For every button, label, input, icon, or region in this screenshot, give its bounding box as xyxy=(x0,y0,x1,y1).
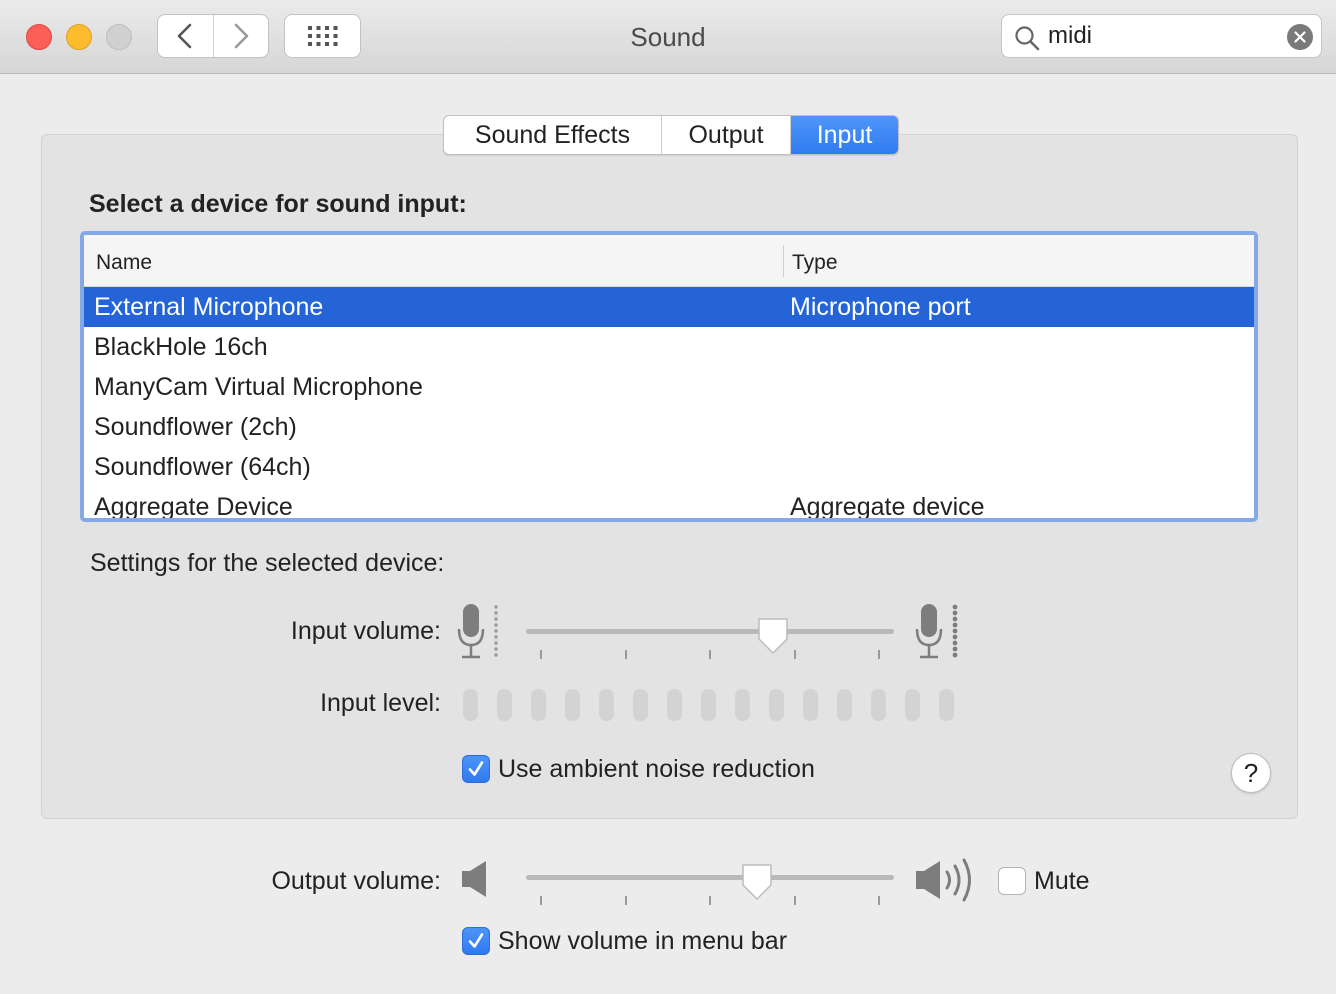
slider-tick xyxy=(794,650,796,659)
slider-tick xyxy=(878,650,880,659)
device-name: ManyCam Virtual Microphone xyxy=(94,373,423,401)
show-volume-in-menu-bar-label[interactable]: Show volume in menu bar xyxy=(498,927,787,956)
column-header-type[interactable]: Type xyxy=(792,251,838,275)
mute-checkbox[interactable] xyxy=(998,867,1026,895)
output-volume-label: Output volume: xyxy=(271,867,441,895)
device-name: External Microphone xyxy=(94,293,324,321)
table-row[interactable]: BlackHole 16ch xyxy=(84,327,1254,367)
device-type: Aggregate device xyxy=(790,493,985,521)
output-volume-slider[interactable] xyxy=(522,858,900,908)
slider-knob[interactable] xyxy=(756,617,790,655)
input-level-label: Input level: xyxy=(320,689,441,717)
column-header-name[interactable]: Name xyxy=(96,251,152,275)
speaker-low-icon xyxy=(462,861,486,897)
input-level-bar xyxy=(837,689,852,721)
input-level-bar xyxy=(701,689,716,721)
slider-tick xyxy=(709,650,711,659)
mute-label[interactable]: Mute xyxy=(1034,867,1090,896)
slider-tick xyxy=(540,896,542,905)
input-volume-label: Input volume: xyxy=(290,617,441,645)
speaker-high-icon xyxy=(916,858,971,902)
device-name: Soundflower (64ch) xyxy=(94,453,311,481)
input-level-bar xyxy=(803,689,818,721)
slider-tick xyxy=(794,896,796,905)
table-body: External Microphone Microphone port Blac… xyxy=(84,287,1254,521)
slider-tick xyxy=(540,650,542,659)
slider-knob[interactable] xyxy=(740,863,774,901)
slider-track xyxy=(526,629,894,634)
input-level-bar xyxy=(531,689,546,721)
input-level-bar xyxy=(667,689,682,721)
slider-tick xyxy=(625,896,627,905)
help-button[interactable]: ? xyxy=(1231,753,1271,793)
device-list-title: Select a device for sound input: xyxy=(89,190,467,218)
tab-bar: Sound Effects Output Input xyxy=(443,115,899,155)
input-level-bar xyxy=(905,689,920,721)
checkmark-icon xyxy=(468,933,484,948)
table-row[interactable]: Soundflower (2ch) xyxy=(84,407,1254,447)
device-type: Microphone port xyxy=(790,293,971,321)
table-row[interactable]: ManyCam Virtual Microphone xyxy=(84,367,1254,407)
slider-tick xyxy=(878,896,880,905)
search-icon xyxy=(1015,26,1040,51)
slider-tick xyxy=(709,896,711,905)
settings-title: Settings for the selected device: xyxy=(90,549,445,577)
input-level-bar xyxy=(633,689,648,721)
tab-sound-effects[interactable]: Sound Effects xyxy=(444,116,661,154)
input-level-bar xyxy=(769,689,784,721)
input-level-bar xyxy=(871,689,886,721)
search-input[interactable] xyxy=(1048,21,1278,51)
tab-output[interactable]: Output xyxy=(661,116,790,154)
device-name: BlackHole 16ch xyxy=(94,333,268,361)
slider-tick xyxy=(625,650,627,659)
tab-input[interactable]: Input xyxy=(790,116,898,154)
input-level-bar xyxy=(735,689,750,721)
input-level-bar xyxy=(497,689,512,721)
search-field[interactable] xyxy=(1001,14,1322,58)
microphone-low-icon xyxy=(457,604,498,659)
input-level-bar xyxy=(599,689,614,721)
title-bar: Sound xyxy=(0,0,1336,74)
noise-reduction-checkbox[interactable] xyxy=(462,755,490,783)
table-row[interactable]: Aggregate Device Aggregate device xyxy=(84,487,1254,521)
input-device-table[interactable]: Name Type External Microphone Microphone… xyxy=(80,231,1258,522)
noise-reduction-label[interactable]: Use ambient noise reduction xyxy=(498,755,815,784)
microphone-high-icon xyxy=(915,604,958,659)
checkmark-icon xyxy=(468,761,484,776)
input-level-bar xyxy=(463,689,478,721)
device-name: Aggregate Device xyxy=(94,493,293,521)
slider-track xyxy=(526,875,894,880)
device-name: Soundflower (2ch) xyxy=(94,413,297,441)
table-row[interactable]: Soundflower (64ch) xyxy=(84,447,1254,487)
table-row[interactable]: External Microphone Microphone port xyxy=(84,287,1254,327)
table-header: Name Type xyxy=(84,235,1254,287)
column-divider xyxy=(783,245,784,277)
clear-search-icon[interactable] xyxy=(1287,24,1313,50)
input-level-bar xyxy=(565,689,580,721)
input-level-bar xyxy=(939,689,954,721)
input-volume-slider[interactable] xyxy=(522,610,900,660)
show-volume-in-menu-bar-checkbox[interactable] xyxy=(462,927,490,955)
